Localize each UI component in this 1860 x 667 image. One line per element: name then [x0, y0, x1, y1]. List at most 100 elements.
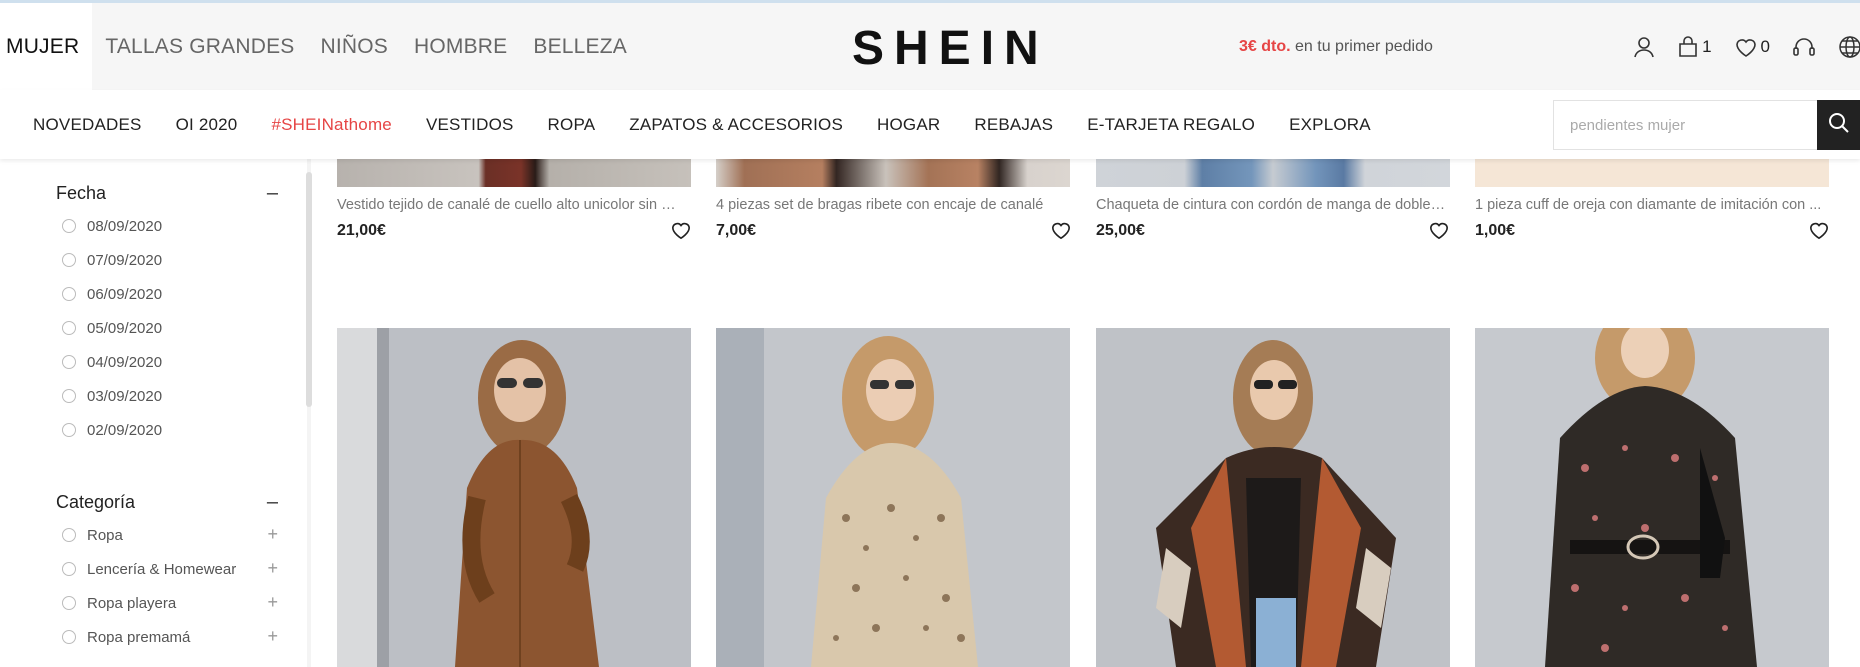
date-option-label: 02/09/2020	[87, 421, 163, 439]
wishlist-count: 0	[1760, 36, 1770, 56]
tab-tallas-grandes[interactable]: TALLAS GRANDES	[92, 3, 307, 90]
cart-count: 1	[1702, 36, 1712, 56]
radio-icon[interactable]	[62, 423, 76, 437]
tab-mujer[interactable]: MUJER	[0, 3, 93, 90]
heart-icon	[1734, 36, 1758, 58]
nav-novedades[interactable]: NOVEDADES	[33, 115, 142, 135]
language-button[interactable]	[1838, 35, 1860, 59]
date-option[interactable]: 07/09/2020	[56, 243, 278, 277]
collapse-icon[interactable]: –	[267, 182, 278, 205]
account-button[interactable]	[1633, 36, 1655, 58]
cart-button[interactable]: 1	[1677, 35, 1712, 58]
nav-hogar[interactable]: HOGAR	[877, 115, 940, 135]
radio-icon[interactable]	[62, 321, 76, 335]
expand-icon[interactable]: +	[267, 524, 278, 545]
category-filter-header[interactable]: Categoría –	[56, 488, 278, 516]
nav-menu: NOVEDADES OI 2020 #SHEINathome VESTIDOS …	[16, 90, 1388, 159]
date-option-label: 07/09/2020	[87, 251, 163, 269]
nav-explora[interactable]: EXPLORA	[1289, 115, 1371, 135]
search-input[interactable]	[1553, 100, 1817, 150]
radio-icon[interactable]	[62, 562, 76, 576]
radio-icon[interactable]	[62, 596, 76, 610]
category-option-label: Lencería & Homewear	[87, 560, 237, 578]
bag-icon	[1677, 35, 1699, 58]
main-nav: NOVEDADES OI 2020 #SHEINathome VESTIDOS …	[0, 90, 1860, 159]
product-image[interactable]	[716, 328, 1070, 667]
product-price: 1,00€	[1475, 222, 1516, 239]
product-title[interactable]: 1 pieza cuff de oreja con diamante de im…	[1475, 197, 1825, 213]
radio-icon[interactable]	[62, 389, 76, 403]
nav-zapatos-accesorios[interactable]: ZAPATOS & ACCESORIOS	[629, 115, 843, 135]
category-option[interactable]: Ropa playera +	[56, 586, 278, 620]
wishlist-button[interactable]: 0	[1734, 36, 1770, 58]
date-option-label: 03/09/2020	[87, 387, 163, 405]
headset-icon	[1792, 36, 1816, 58]
nav-ropa[interactable]: ROPA	[548, 115, 596, 135]
radio-icon[interactable]	[62, 630, 76, 644]
expand-icon[interactable]: +	[267, 626, 278, 647]
nav-sheinathome[interactable]: #SHEINathome	[271, 115, 392, 135]
collapse-icon[interactable]: –	[267, 491, 278, 514]
date-option[interactable]: 08/09/2020	[56, 209, 278, 243]
product-image[interactable]	[1096, 328, 1450, 667]
category-option[interactable]: Ropa +	[56, 518, 278, 552]
product-price: 7,00€	[716, 222, 757, 239]
product-image[interactable]	[337, 328, 691, 667]
wishlist-heart-icon[interactable]	[670, 220, 692, 245]
search-icon	[1828, 112, 1850, 139]
product-title[interactable]: Chaqueta de cintura con cordón de manga …	[1096, 197, 1446, 213]
radio-icon[interactable]	[62, 528, 76, 542]
date-option[interactable]: 04/09/2020	[56, 345, 278, 379]
promo-highlight: 3€ dto.	[1239, 38, 1291, 55]
product-image-partial-1[interactable]	[337, 159, 691, 187]
promo-banner[interactable]: 3€ dto. en tu primer pedido	[1239, 38, 1433, 56]
tab-hombre[interactable]: HOMBRE	[401, 3, 520, 90]
category-filter-title: Categoría	[56, 491, 136, 512]
expand-icon[interactable]: +	[267, 592, 278, 613]
support-button[interactable]	[1792, 36, 1816, 58]
date-filter-title: Fecha	[56, 182, 107, 203]
sidebar-scrollbar[interactable]	[306, 172, 312, 407]
product-title[interactable]: Vestido tejido de canalé de cuello alto …	[337, 197, 687, 213]
nav-oi-2020[interactable]: OI 2020	[176, 115, 238, 135]
shein-logo[interactable]: SHEIN	[852, 21, 1049, 76]
header-icons: 1 0	[1611, 3, 1860, 90]
date-option-label: 05/09/2020	[87, 319, 163, 337]
tab-ninos[interactable]: NIÑOS	[307, 3, 401, 90]
category-tabs: MUJER TALLAS GRANDES NIÑOS HOMBRE BELLEZ…	[0, 3, 640, 90]
nav-vestidos[interactable]: VESTIDOS	[426, 115, 514, 135]
date-option-label: 04/09/2020	[87, 353, 163, 371]
radio-icon[interactable]	[62, 253, 76, 267]
product-image[interactable]	[1475, 328, 1829, 667]
nav-rebajas[interactable]: REBAJAS	[974, 115, 1053, 135]
category-filter: Categoría – Ropa + Lencería & Homewear + R…	[56, 488, 278, 654]
radio-icon[interactable]	[62, 355, 76, 369]
wishlist-heart-icon[interactable]	[1808, 220, 1830, 245]
product-image-partial-2[interactable]	[716, 159, 1070, 187]
date-option[interactable]: 06/09/2020	[56, 277, 278, 311]
top-bar: MUJER TALLAS GRANDES NIÑOS HOMBRE BELLEZ…	[0, 3, 1860, 90]
tab-belleza[interactable]: BELLEZA	[520, 3, 640, 90]
search-button[interactable]	[1817, 100, 1860, 150]
category-option-label: Ropa	[87, 526, 123, 544]
date-filter: Fecha – 08/09/2020 07/09/2020 06/09/2020…	[56, 179, 278, 447]
date-option-label: 06/09/2020	[87, 285, 163, 303]
product-image-partial-3[interactable]	[1096, 159, 1450, 187]
date-filter-header[interactable]: Fecha –	[56, 179, 278, 207]
date-option[interactable]: 03/09/2020	[56, 379, 278, 413]
category-option[interactable]: Lencería & Homewear +	[56, 552, 278, 586]
radio-icon[interactable]	[62, 287, 76, 301]
product-title[interactable]: 4 piezas set de bragas ribete con encaje…	[716, 197, 1066, 213]
category-option-label: Ropa premamá	[87, 628, 191, 646]
date-option-label: 08/09/2020	[87, 217, 163, 235]
category-option[interactable]: Ropa premamá +	[56, 620, 278, 654]
expand-icon[interactable]: +	[267, 558, 278, 579]
product-image-partial-4[interactable]	[1475, 159, 1829, 187]
wishlist-heart-icon[interactable]	[1428, 220, 1450, 245]
user-icon	[1633, 36, 1655, 58]
date-option[interactable]: 05/09/2020	[56, 311, 278, 345]
nav-e-tarjeta-regalo[interactable]: E-TARJETA REGALO	[1087, 115, 1255, 135]
date-option[interactable]: 02/09/2020	[56, 413, 278, 447]
wishlist-heart-icon[interactable]	[1050, 220, 1072, 245]
radio-icon[interactable]	[62, 219, 76, 233]
